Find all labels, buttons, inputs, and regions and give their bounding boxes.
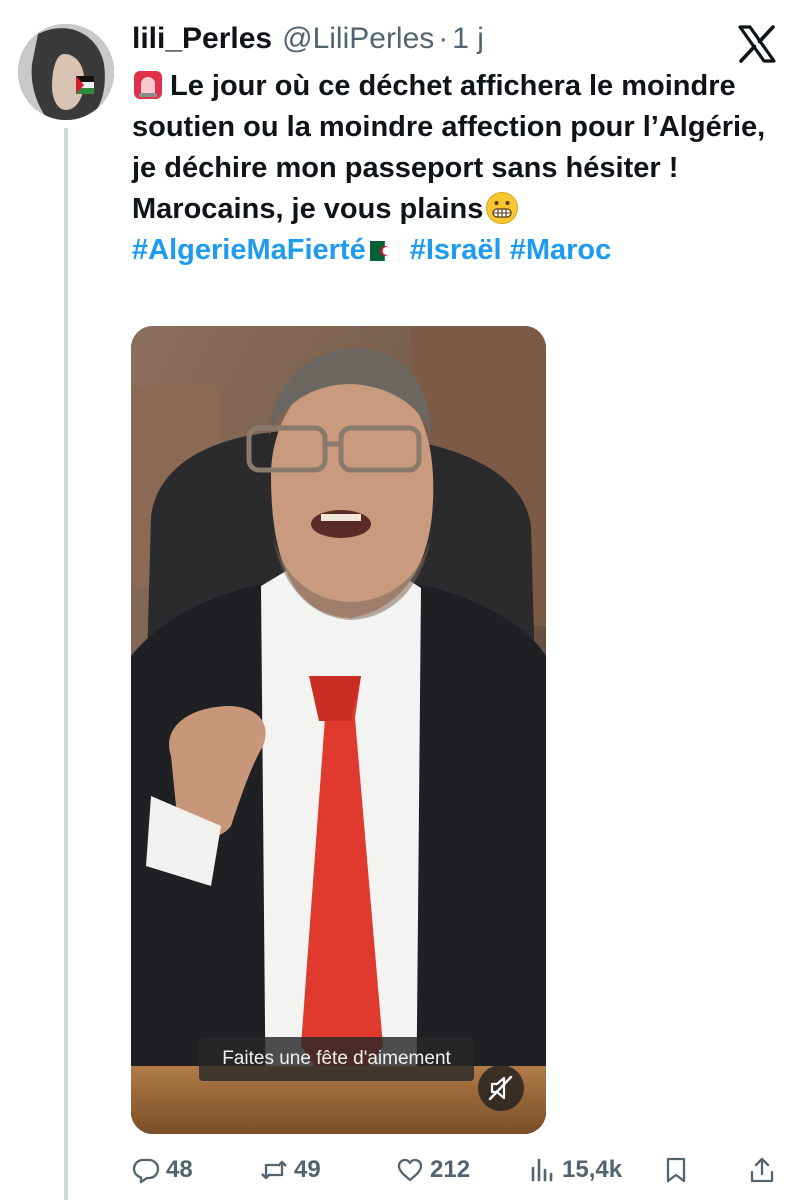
views-count: 15,4k <box>562 1156 623 1183</box>
tweet-header: lili_Perles @LiliPerles · 1 j <box>132 22 719 62</box>
action-bar: 48 49 212 15,4k <box>132 1150 782 1190</box>
avatar-image <box>18 24 114 120</box>
hashtag-israel[interactable]: #Israël <box>410 234 502 266</box>
hashtags: #AlgerieMaFierté #Israël #Maroc <box>132 230 772 271</box>
reply-icon <box>132 1158 160 1184</box>
like-count: 212 <box>430 1156 471 1183</box>
reply-button[interactable]: 48 <box>132 1150 193 1190</box>
video-player[interactable]: Faites une fête d'aimement <box>131 326 546 1134</box>
thread-line <box>64 128 68 1200</box>
repost-icon <box>261 1160 287 1180</box>
heart-icon <box>397 1158 423 1182</box>
views-icon <box>531 1158 553 1182</box>
author-handle[interactable]: @LiliPerles <box>282 22 434 56</box>
tweet-line-1: Le jour où ce déchet affichera le moindr… <box>132 70 766 184</box>
bookmark-button[interactable] <box>662 1150 696 1190</box>
like-button[interactable]: 212 <box>396 1150 470 1190</box>
timestamp[interactable]: 1 j <box>452 22 484 56</box>
tweet-paragraph-2: Marocains, je vous plains <box>132 189 772 230</box>
views-button[interactable]: 15,4k <box>528 1150 622 1190</box>
video-caption: Faites une fête d'aimement <box>199 1037 474 1081</box>
tweet-text: Le jour où ce déchet affichera le moindr… <box>132 66 772 271</box>
x-logo-icon[interactable] <box>737 24 777 64</box>
repost-button[interactable]: 49 <box>260 1150 321 1190</box>
separator-dot: · <box>438 22 449 55</box>
share-button[interactable] <box>748 1150 782 1190</box>
bookmark-icon <box>666 1157 686 1183</box>
algeria-flag-emoji-icon <box>369 241 400 261</box>
repost-count: 49 <box>294 1156 321 1183</box>
mute-button[interactable] <box>478 1065 524 1111</box>
avatar[interactable] <box>18 24 114 120</box>
grimacing-emoji-icon <box>486 192 519 224</box>
tweet-line-2: Marocains, je vous plains <box>132 193 484 225</box>
tweet-paragraph-1: Le jour où ce déchet affichera le moindr… <box>132 66 772 189</box>
hashtag-maroc[interactable]: #Maroc <box>510 234 612 266</box>
speaker-muted-icon <box>488 1075 513 1101</box>
hashtag-algerie[interactable]: #AlgerieMaFierté <box>132 234 366 266</box>
video-frame <box>131 326 546 1134</box>
siren-emoji-icon <box>134 71 162 99</box>
author-name[interactable]: lili_Perles <box>132 22 272 56</box>
share-icon <box>750 1157 774 1183</box>
reply-count: 48 <box>166 1156 193 1183</box>
